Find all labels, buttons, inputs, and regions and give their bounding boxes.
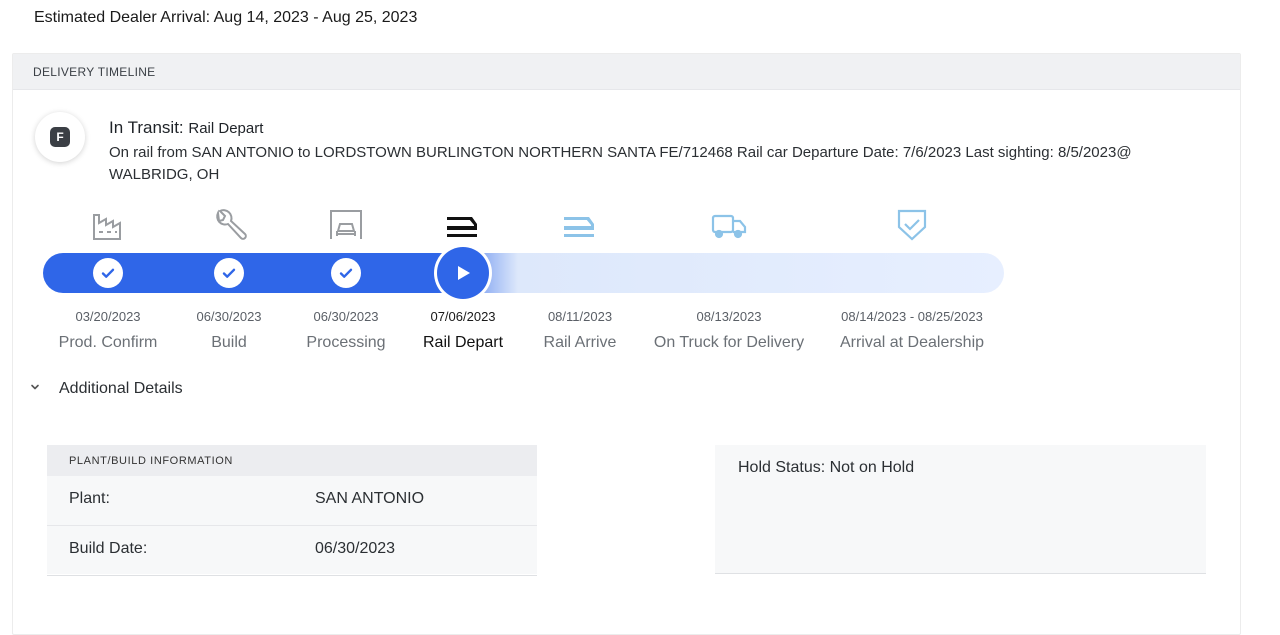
plant-build-card: PLANT/BUILD INFORMATION Plant: SAN ANTON… xyxy=(47,445,537,576)
stage-label: Arrival at Dealership xyxy=(839,334,985,351)
stage-date: 06/30/2023 xyxy=(313,309,379,324)
brand-badge: F xyxy=(35,112,85,162)
status-sub: Rail Depart xyxy=(188,120,264,137)
panel-header: DELIVERY TIMELINE xyxy=(13,54,1240,90)
additional-details-toggle[interactable] xyxy=(27,379,43,395)
build-date-row: Build Date: 06/30/2023 xyxy=(47,526,537,576)
estimated-arrival: Estimated Dealer Arrival: Aug 14, 2023 -… xyxy=(34,9,418,26)
checkmark-icon xyxy=(101,268,115,278)
stage-label: Processing xyxy=(306,334,386,351)
stage-complete-marker xyxy=(331,258,361,288)
stage-label: Rail Depart xyxy=(422,334,504,351)
chevron-down-icon xyxy=(31,384,39,390)
truck-icon xyxy=(711,214,747,239)
plant-key: Plant: xyxy=(69,490,110,507)
delivery-timeline-panel: DELIVERY TIMELINE F In Transit: Rail Dep… xyxy=(12,53,1241,635)
rail-car-icon xyxy=(564,217,594,237)
stage-date: 08/14/2023 - 08/25/2023 xyxy=(841,309,983,324)
build-date-key: Build Date: xyxy=(69,540,148,557)
stage-date: 06/30/2023 xyxy=(196,309,262,324)
car-garage-icon xyxy=(330,210,362,239)
additional-details-label[interactable]: Additional Details xyxy=(59,380,183,398)
rail-car-icon xyxy=(447,217,477,237)
stage-date: 08/11/2023 xyxy=(547,309,613,324)
factory-icon xyxy=(93,214,121,240)
stage-label: Rail Arrive xyxy=(543,334,617,351)
stage-complete-marker xyxy=(214,258,244,288)
status-description: On rail from SAN ANTONIO to LORDSTOWN BU… xyxy=(109,144,1132,183)
checkmark-icon xyxy=(222,268,236,278)
wrench-icon xyxy=(216,209,247,240)
play-icon xyxy=(458,266,470,280)
checkmark-icon xyxy=(339,268,353,278)
stage-label: Prod. Confirm xyxy=(58,334,158,351)
status-title: In Transit: Rail Depart xyxy=(109,118,263,138)
stage-date: 03/20/2023 xyxy=(75,309,141,324)
plant-value: SAN ANTONIO xyxy=(315,490,425,507)
stage-date: 07/06/2023 xyxy=(430,309,496,324)
stage-complete-marker xyxy=(93,258,123,288)
build-date-value: 06/30/2023 xyxy=(315,540,396,557)
plant-card-header: PLANT/BUILD INFORMATION xyxy=(47,445,537,476)
stage-label: On Truck for Delivery xyxy=(653,334,805,351)
brand-badge-letter: F xyxy=(50,127,70,147)
stage-label: Build xyxy=(211,334,247,351)
timeline-progress-track xyxy=(43,253,1004,293)
shield-check-icon xyxy=(897,209,927,241)
stage-date: 08/13/2023 xyxy=(696,309,762,324)
stage-current-marker xyxy=(437,247,489,299)
plant-row: Plant: SAN ANTONIO xyxy=(47,476,537,526)
hold-status-card: Hold Status: Not on Hold xyxy=(715,445,1206,574)
hold-status-text: Hold Status: Not on Hold xyxy=(738,459,915,476)
status-label: In Transit: xyxy=(109,118,184,137)
